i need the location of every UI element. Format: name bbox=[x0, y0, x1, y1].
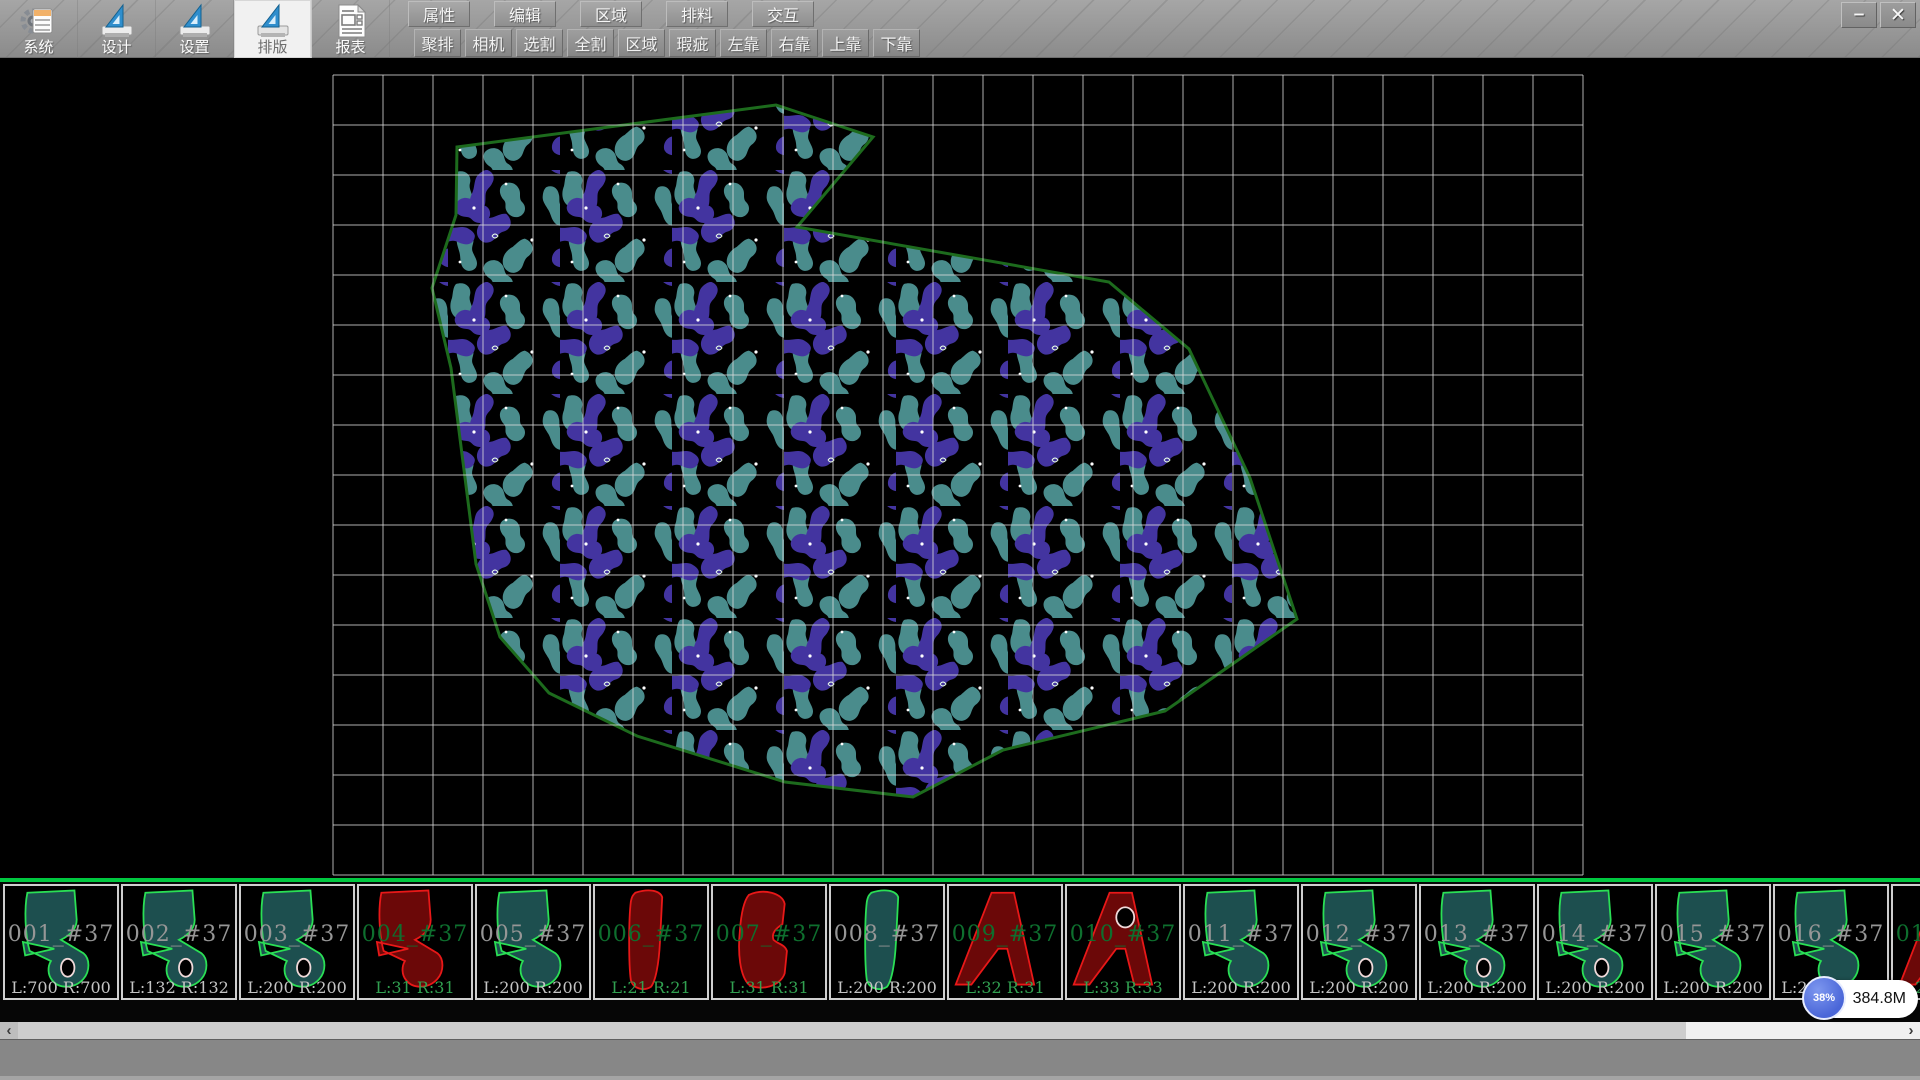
pattern-lr-count: L:200 R:200 bbox=[1539, 978, 1651, 997]
status-bar bbox=[0, 1039, 1920, 1080]
pattern-id-label: 005_#37 bbox=[477, 922, 589, 947]
canvas-svg bbox=[0, 58, 1920, 878]
pattern-id-label: 012_#37 bbox=[1303, 922, 1415, 947]
pattern-lr-count: L:21 R:21 bbox=[595, 978, 707, 997]
pattern-thumbnail[interactable]: 009_#37 L:32 R:31 bbox=[947, 884, 1063, 1000]
pattern-thumbnail[interactable]: 007_#37 L:31 R:31 bbox=[711, 884, 827, 1000]
menu-properties[interactable]: 属性 bbox=[408, 1, 470, 27]
tab-report-label: 报表 bbox=[335, 40, 365, 56]
scrollbar-thumb[interactable] bbox=[18, 1022, 1686, 1039]
close-button[interactable]: ✕ bbox=[1880, 2, 1916, 28]
tool-region[interactable]: 区域 bbox=[618, 29, 665, 57]
minimize-button[interactable]: – bbox=[1841, 2, 1877, 28]
tool-select-cut[interactable]: 选割 bbox=[516, 29, 563, 57]
tool-align-top[interactable]: 上靠 bbox=[822, 29, 869, 57]
thumbnail-strip: 001_#37 L:700 R:700 002_#37 L:132 R:132 … bbox=[0, 882, 1920, 1022]
scroll-right-arrow[interactable]: › bbox=[1902, 1022, 1920, 1039]
pattern-id-label: 003_#37 bbox=[241, 922, 353, 947]
pattern-lr-count: L:31 R:31 bbox=[359, 978, 471, 997]
menu-row-tools: 聚排 相机 选割 全割 区域 瑕疵 左靠 右靠 上靠 下靠 bbox=[414, 29, 924, 57]
pattern-thumbnail[interactable]: 011_#37 L:200 R:200 bbox=[1183, 884, 1299, 1000]
pattern-thumbnail[interactable]: 013_#37 L:200 R:200 bbox=[1419, 884, 1535, 1000]
tab-layout-active[interactable]: 排版 bbox=[234, 0, 312, 58]
pattern-lr-count: L:132 R:132 bbox=[123, 978, 235, 997]
window-controls: – ✕ bbox=[1838, 2, 1916, 28]
pattern-id-label: 009_#37 bbox=[949, 922, 1061, 947]
report-document-icon bbox=[332, 2, 370, 40]
hide-outline[interactable] bbox=[432, 105, 1297, 797]
menu-edit[interactable]: 编辑 bbox=[494, 1, 556, 27]
pattern-lr-count: L:33 R:33 bbox=[1067, 978, 1179, 997]
tab-layout-label: 排版 bbox=[257, 40, 287, 56]
tab-system-label: 系统 bbox=[23, 40, 53, 56]
tool-cluster-nest[interactable]: 聚排 bbox=[414, 29, 461, 57]
pattern-thumbnail[interactable]: 005_#37 L:200 R:200 bbox=[475, 884, 591, 1000]
tool-cut-all[interactable]: 全割 bbox=[567, 29, 614, 57]
pattern-lr-count: L:200 R:200 bbox=[1657, 978, 1769, 997]
pattern-lr-count: L:200 R:200 bbox=[477, 978, 589, 997]
main-tab-bar: 系统 设计 设置 bbox=[0, 0, 390, 58]
menu-region[interactable]: 区域 bbox=[580, 1, 642, 27]
pattern-id-label: 014_#37 bbox=[1539, 922, 1651, 947]
pattern-thumbnail[interactable]: 010_#37 L:33 R:33 bbox=[1065, 884, 1181, 1000]
pattern-thumbnail[interactable]: 014_#37 L:200 R:200 bbox=[1537, 884, 1653, 1000]
pattern-id-label: 002_#37 bbox=[123, 922, 235, 947]
pattern-thumbnail[interactable]: 003_#37 L:200 R:200 bbox=[239, 884, 355, 1000]
tool-align-right[interactable]: 右靠 bbox=[771, 29, 818, 57]
pattern-thumbnail[interactable]: 012_#37 L:200 R:200 bbox=[1301, 884, 1417, 1000]
pattern-id-label: 016_#37 bbox=[1775, 922, 1887, 947]
tool-camera[interactable]: 相机 bbox=[465, 29, 512, 57]
toolbar: 系统 设计 设置 bbox=[0, 0, 1920, 58]
pattern-lr-count: L:200 R:200 bbox=[1185, 978, 1297, 997]
progress-circle[interactable]: 38% bbox=[1802, 976, 1846, 1020]
pattern-thumbnail[interactable]: 002_#37 L:132 R:132 bbox=[121, 884, 237, 1000]
tool-defect[interactable]: 瑕疵 bbox=[669, 29, 716, 57]
tab-settings-label: 设置 bbox=[179, 40, 209, 56]
pattern-id-label: 007_#37 bbox=[713, 922, 825, 947]
nesting-app-window: 系统 设计 设置 bbox=[0, 0, 1920, 1080]
pattern-lr-count: L:200 R:200 bbox=[1303, 978, 1415, 997]
pattern-id-label: 006_#37 bbox=[595, 922, 707, 947]
menu-nesting[interactable]: 排料 bbox=[666, 1, 728, 27]
tab-design[interactable]: 设计 bbox=[78, 0, 156, 58]
tool-align-left[interactable]: 左靠 bbox=[720, 29, 767, 57]
pattern-lr-count: L:32 R:31 bbox=[949, 978, 1061, 997]
pattern-thumbnail[interactable]: 004_#37 L:31 R:31 bbox=[357, 884, 473, 1000]
settings-ruler-icon bbox=[176, 2, 214, 40]
tool-align-bottom[interactable]: 下靠 bbox=[873, 29, 920, 57]
horizontal-scrollbar[interactable]: ‹ › bbox=[0, 1022, 1920, 1039]
pattern-lr-count: L:200 R:200 bbox=[831, 978, 943, 997]
pattern-id-label: 010_#37 bbox=[1067, 922, 1179, 947]
pattern-thumbnail[interactable]: 015_#37 L:200 R:200 bbox=[1655, 884, 1771, 1000]
tab-design-label: 设计 bbox=[101, 40, 131, 56]
pattern-thumbnail[interactable]: 008_#37 L:200 R:200 bbox=[829, 884, 945, 1000]
pattern-id-label: 013_#37 bbox=[1421, 922, 1533, 947]
nesting-canvas[interactable] bbox=[0, 58, 1920, 878]
pattern-id-label: 001_#37 bbox=[5, 922, 117, 947]
pattern-thumbnail[interactable]: 001_#37 L:700 R:700 bbox=[3, 884, 119, 1000]
pattern-lr-count: L:200 R:200 bbox=[241, 978, 353, 997]
pattern-id-label: 008_#37 bbox=[831, 922, 943, 947]
pattern-lr-count: L:200 R:200 bbox=[1421, 978, 1533, 997]
menu-row-primary: 属性 编辑 区域 排料 交互 bbox=[408, 1, 838, 27]
memory-usage-badge: 384.8M 38% bbox=[1802, 976, 1920, 1020]
pattern-id-label: 017_#37 bbox=[1893, 922, 1920, 947]
menu-interaction[interactable]: 交互 bbox=[752, 1, 814, 27]
pattern-id-label: 004_#37 bbox=[359, 922, 471, 947]
pattern-thumbnail[interactable]: 006_#37 L:21 R:21 bbox=[593, 884, 709, 1000]
scroll-left-arrow[interactable]: ‹ bbox=[0, 1022, 18, 1039]
tab-system[interactable]: 系统 bbox=[0, 0, 78, 58]
system-gear-icon bbox=[20, 2, 58, 40]
pattern-id-label: 015_#37 bbox=[1657, 922, 1769, 947]
design-ruler-icon bbox=[98, 2, 136, 40]
tab-settings[interactable]: 设置 bbox=[156, 0, 234, 58]
layout-ruler-icon bbox=[254, 2, 292, 40]
pattern-lr-count: L:31 R:31 bbox=[713, 978, 825, 997]
pattern-lr-count: L:700 R:700 bbox=[5, 978, 117, 997]
pattern-id-label: 011_#37 bbox=[1185, 922, 1297, 947]
tab-report[interactable]: 报表 bbox=[312, 0, 390, 58]
